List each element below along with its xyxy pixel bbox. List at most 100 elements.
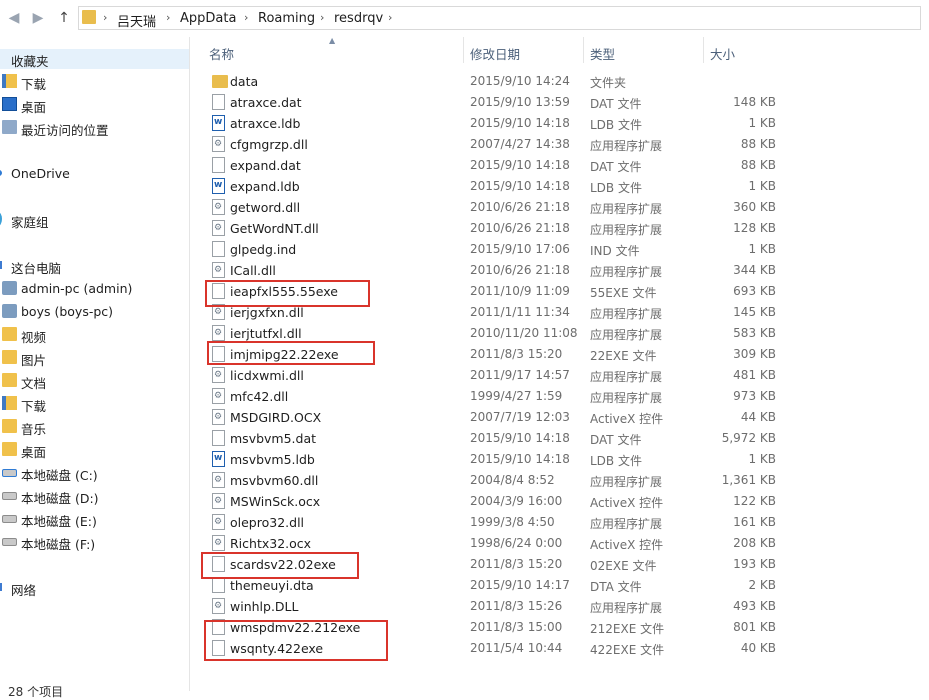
sidebar-item-boys[interactable]: boys (boys-pc) bbox=[0, 302, 189, 322]
file-name: msvbvm5.ldb bbox=[230, 452, 315, 467]
chevron-right-icon[interactable]: › bbox=[103, 11, 107, 24]
sidebar-homegroup[interactable]: 家庭组 bbox=[0, 210, 189, 230]
file-row[interactable]: msvbvm5.ldb 2015/9/10 14:18 LDB 文件 1 KB bbox=[205, 449, 785, 470]
file-type: ActiveX 控件 bbox=[590, 496, 664, 510]
sidebar-item-videos[interactable]: 视频 bbox=[0, 325, 189, 345]
sidebar-this-pc[interactable]: 这台电脑 bbox=[0, 256, 189, 276]
column-header-type[interactable]: 类型 bbox=[590, 44, 615, 63]
file-row[interactable]: ICall.dll 2010/6/26 21:18 应用程序扩展 344 KB bbox=[205, 260, 785, 281]
file-name: expand.ldb bbox=[230, 179, 300, 194]
sidebar-item-drive-f[interactable]: 本地磁盘 (F:) bbox=[0, 532, 189, 552]
sidebar-item-drive-c[interactable]: 本地磁盘 (C:) bbox=[0, 463, 189, 483]
file-row[interactable]: msvbvm5.dat 2015/9/10 14:18 DAT 文件 5,972 KB bbox=[205, 428, 785, 449]
file-type: DTA 文件 bbox=[590, 580, 642, 594]
highlight-box bbox=[205, 280, 370, 307]
file-row[interactable]: glpedg.ind 2015/9/10 17:06 IND 文件 1 KB bbox=[205, 239, 785, 260]
file-size: 40 KB bbox=[740, 641, 776, 655]
file-type: DAT 文件 bbox=[590, 160, 642, 174]
chevron-right-icon[interactable]: › bbox=[320, 11, 324, 24]
file-row[interactable]: MSDGIRD.OCX 2007/7/19 12:03 ActiveX 控件 44 K… bbox=[205, 407, 785, 428]
file-row[interactable]: Richtx32.ocx 1998/6/24 0:00 ActiveX 控件 208 … bbox=[205, 533, 785, 554]
column-divider[interactable] bbox=[703, 37, 704, 63]
file-row[interactable]: mfc42.dll 1999/4/27 1:59 应用程序扩展 973 KB bbox=[205, 386, 785, 407]
file-size: 360 KB bbox=[733, 200, 776, 214]
file-name: getword.dll bbox=[230, 200, 301, 215]
sidebar-item-desktop[interactable]: 桌面 bbox=[0, 95, 189, 115]
homegroup-icon bbox=[0, 212, 2, 226]
chevron-right-icon[interactable]: › bbox=[166, 11, 170, 24]
file-icon bbox=[212, 241, 225, 257]
file-row[interactable]: MSWinSck.ocx 2004/3/9 16:00 ActiveX 控件 122 … bbox=[205, 491, 785, 512]
dll-file-icon bbox=[212, 388, 225, 404]
file-row[interactable]: olepro32.dll 1999/3/8 4:50 应用程序扩展 161 KB bbox=[205, 512, 785, 533]
file-row[interactable]: GetWordNT.dll 2010/6/26 21:18 应用程序扩展 128 KB bbox=[205, 218, 785, 239]
address-bar: ◀ ▶ ↑ › 吕天瑞 › AppData › Roaming › resdrq… bbox=[0, 0, 929, 37]
up-arrow-icon[interactable]: ↑ bbox=[56, 10, 72, 26]
address-path-box[interactable]: › 吕天瑞 › AppData › Roaming › resdrqv › bbox=[78, 6, 921, 30]
file-type: 应用程序扩展 bbox=[590, 307, 663, 321]
file-date: 2011/8/3 15:20 bbox=[470, 557, 563, 571]
chevron-right-icon[interactable]: › bbox=[388, 11, 392, 24]
sidebar-item-pictures[interactable]: 图片 bbox=[0, 348, 189, 368]
file-row[interactable]: atraxce.dat 2015/9/10 13:59 DAT 文件 148 KB bbox=[205, 92, 785, 113]
file-row[interactable]: msvbvm60.dll 2004/8/4 8:52 应用程序扩展 1,361 KB bbox=[205, 470, 785, 491]
column-divider[interactable] bbox=[463, 37, 464, 63]
column-header-name[interactable]: 名称 bbox=[209, 44, 234, 63]
highlight-box bbox=[207, 341, 375, 365]
file-row[interactable]: expand.ldb 2015/9/10 14:18 LDB 文件 1 KB bbox=[205, 176, 785, 197]
file-size: 122 KB bbox=[733, 494, 776, 508]
file-size: 973 KB bbox=[733, 389, 776, 403]
file-date: 2010/6/26 21:18 bbox=[470, 221, 570, 235]
file-icon bbox=[212, 94, 225, 110]
sidebar-item-downloads-pc[interactable]: 下载 bbox=[0, 394, 189, 414]
file-date: 2015/9/10 13:59 bbox=[470, 95, 570, 109]
breadcrumb-resdrqv[interactable]: resdrqv bbox=[334, 11, 383, 26]
cloud-icon bbox=[0, 170, 2, 176]
recent-places-icon bbox=[2, 120, 17, 134]
sidebar-item-music[interactable]: 音乐 bbox=[0, 417, 189, 437]
file-size: 1 KB bbox=[748, 179, 776, 193]
file-size: 481 KB bbox=[733, 368, 776, 382]
sidebar-network[interactable]: 网络 bbox=[0, 578, 189, 598]
column-divider[interactable] bbox=[583, 37, 584, 63]
breadcrumb-roaming[interactable]: Roaming bbox=[258, 11, 315, 26]
file-date: 2015/9/10 14:18 bbox=[470, 452, 570, 466]
sidebar-item-recent[interactable]: 最近访问的位置 bbox=[0, 118, 189, 138]
sidebar-onedrive[interactable]: OneDrive bbox=[0, 164, 189, 184]
documents-folder-icon bbox=[2, 373, 17, 387]
file-name: atraxce.ldb bbox=[230, 116, 301, 131]
column-header-size[interactable]: 大小 bbox=[710, 44, 735, 63]
file-row[interactable]: winhlp.DLL 2011/8/3 15:26 应用程序扩展 493 KB bbox=[205, 596, 785, 617]
file-row[interactable]: getword.dll 2010/6/26 21:18 应用程序扩展 360 KB bbox=[205, 197, 785, 218]
back-arrow-icon[interactable]: ◀ bbox=[6, 10, 22, 26]
sidebar-favorites[interactable]: 收藏夹 bbox=[0, 49, 189, 69]
file-size: 5,972 KB bbox=[721, 431, 776, 445]
file-date: 2015/9/10 14:24 bbox=[470, 74, 570, 88]
file-date: 2007/7/19 12:03 bbox=[470, 410, 570, 424]
file-type: 应用程序扩展 bbox=[590, 328, 663, 342]
file-date: 2010/6/26 21:18 bbox=[470, 263, 570, 277]
chevron-right-icon[interactable]: › bbox=[244, 11, 248, 24]
file-date: 2004/8/4 8:52 bbox=[470, 473, 555, 487]
file-name: mfc42.dll bbox=[230, 389, 289, 404]
file-type: 212EXE 文件 bbox=[590, 622, 665, 636]
file-row[interactable]: licdxwmi.dll 2011/9/17 14:57 应用程序扩展 481 KB bbox=[205, 365, 785, 386]
file-row[interactable]: cfgmgrzp.dll 2007/4/27 14:38 应用程序扩展 88 KB bbox=[205, 134, 785, 155]
file-date: 1999/3/8 4:50 bbox=[470, 515, 555, 529]
forward-arrow-icon[interactable]: ▶ bbox=[30, 10, 46, 26]
file-row[interactable]: expand.dat 2015/9/10 14:18 DAT 文件 88 KB bbox=[205, 155, 785, 176]
sidebar-item-documents[interactable]: 文档 bbox=[0, 371, 189, 391]
file-row[interactable]: atraxce.ldb 2015/9/10 14:18 LDB 文件 1 KB bbox=[205, 113, 785, 134]
file-size: 145 KB bbox=[733, 305, 776, 319]
file-row[interactable]: data 2015/9/10 14:24 文件夹 bbox=[205, 71, 785, 92]
breadcrumb-user[interactable]: 吕天瑞 bbox=[117, 11, 156, 30]
sidebar-item-admin-pc[interactable]: admin-pc (admin) bbox=[0, 279, 189, 299]
sidebar-item-desktop-pc[interactable]: 桌面 bbox=[0, 440, 189, 460]
sidebar-item-drive-e[interactable]: 本地磁盘 (E:) bbox=[0, 509, 189, 529]
sidebar-item-drive-d[interactable]: 本地磁盘 (D:) bbox=[0, 486, 189, 506]
breadcrumb-appdata[interactable]: AppData bbox=[180, 11, 236, 26]
music-folder-icon bbox=[2, 419, 17, 433]
file-type: 422EXE 文件 bbox=[590, 643, 665, 657]
sidebar-item-downloads[interactable]: 下载 bbox=[0, 72, 189, 92]
column-header-date[interactable]: 修改日期 bbox=[470, 44, 520, 63]
